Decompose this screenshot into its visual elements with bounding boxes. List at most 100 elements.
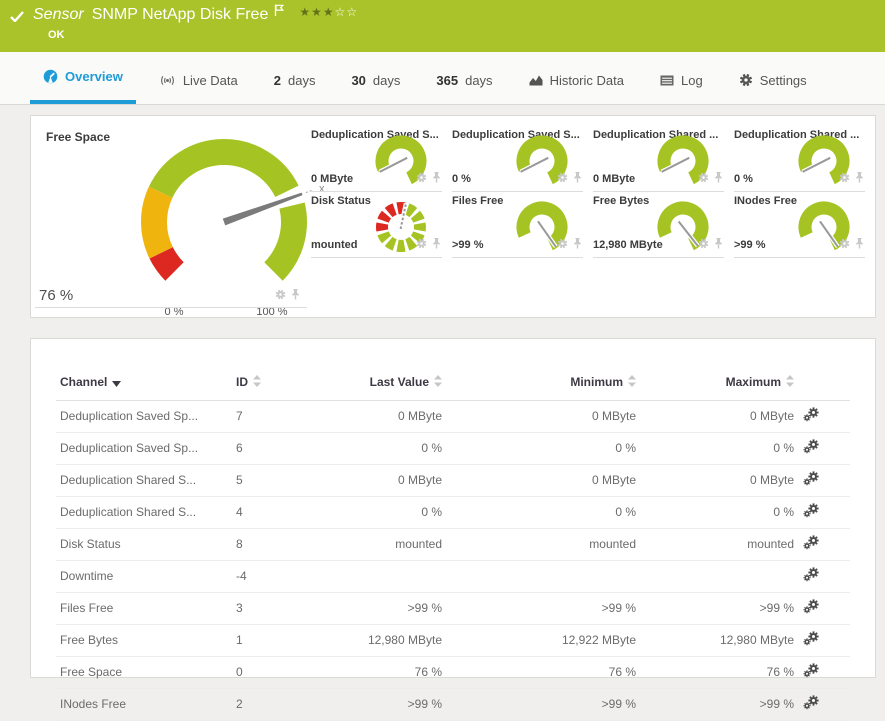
- tab-2-days[interactable]: 2 days: [261, 52, 329, 104]
- tab-log[interactable]: Log: [647, 52, 716, 104]
- main-gauge-value: 76 %: [39, 287, 73, 304]
- cell-id: 2: [232, 689, 316, 721]
- mini-gauge-tile-deduplication-shared: Deduplication Shared ... 0 MByte: [593, 126, 724, 192]
- sensor-title-row: Sensor SNMP NetApp Disk Free ★★★☆☆: [33, 6, 358, 24]
- channel-settings-gears-icon[interactable]: [803, 631, 820, 649]
- channel-row[interactable]: Free Space 0 76 % 76 % 76 %: [56, 657, 850, 689]
- tab-overview[interactable]: Overview: [30, 52, 136, 104]
- ok-checkmark-icon: [10, 9, 24, 27]
- gauge-settings-gear-icon[interactable]: [839, 236, 850, 254]
- cell-minimum: 0 %: [446, 433, 640, 465]
- gauge-pin-icon[interactable]: [854, 170, 865, 188]
- star-filled-icon: ★: [323, 5, 335, 19]
- gauge-settings-gear-icon[interactable]: [557, 236, 568, 254]
- mini-gauge-value: >99 %: [452, 239, 484, 251]
- column-header-channel[interactable]: Channel: [56, 369, 232, 401]
- tab-live-data[interactable]: Live Data: [146, 52, 251, 104]
- priority-stars[interactable]: ★★★☆☆: [299, 5, 358, 19]
- sort-icon: [253, 375, 261, 390]
- cell-id: 0: [232, 657, 316, 689]
- star-filled-icon: ★: [299, 5, 311, 19]
- cell-maximum: 76 %: [640, 657, 798, 689]
- column-header-last-value[interactable]: Last Value: [316, 369, 446, 401]
- gauge-settings-gear-icon[interactable]: [416, 236, 427, 254]
- gauge-settings-gear-icon[interactable]: [839, 170, 850, 188]
- gauge-settings-gear-icon[interactable]: [698, 236, 709, 254]
- channel-row[interactable]: Deduplication Saved Sp... 7 0 MByte 0 MB…: [56, 401, 850, 433]
- cell-id: 1: [232, 625, 316, 657]
- gauge-settings-gear-icon[interactable]: [698, 170, 709, 188]
- cell-maximum: 0 %: [640, 433, 798, 465]
- channel-settings-gears-icon[interactable]: [803, 471, 820, 489]
- cell-channel: Deduplication Shared S...: [56, 497, 232, 529]
- gauge-settings-gear-icon[interactable]: [557, 170, 568, 188]
- channel-settings-gears-icon[interactable]: [803, 439, 820, 457]
- mini-gauge-value: >99 %: [734, 239, 766, 251]
- channel-settings-gears-icon[interactable]: [803, 695, 820, 713]
- cell-maximum: >99 %: [640, 593, 798, 625]
- cell-last-value: >99 %: [316, 593, 446, 625]
- free-space-gauge-tile: Free Space x 0 % 100 % 76 %: [31, 116, 311, 317]
- channel-row[interactable]: Deduplication Shared S... 4 0 % 0 % 0 %: [56, 497, 850, 529]
- sensor-status-banner: Sensor SNMP NetApp Disk Free ★★★☆☆ OK: [0, 0, 885, 52]
- gauge-pin-icon[interactable]: [431, 236, 442, 254]
- mini-gauge-tile-deduplication-saved-s: Deduplication Saved S... 0 %: [452, 126, 583, 192]
- tab-30-days[interactable]: 30 days: [338, 52, 413, 104]
- sort-icon: [628, 375, 636, 390]
- column-header-minimum[interactable]: Minimum: [446, 369, 640, 401]
- cell-maximum: mounted: [640, 529, 798, 561]
- cell-maximum: 0 MByte: [640, 401, 798, 433]
- gauge-pin-icon[interactable]: [713, 170, 724, 188]
- mini-gauge-tile-deduplication-saved-s: Deduplication Saved S... 0 MByte: [311, 126, 442, 192]
- star-empty-icon: ☆: [346, 5, 358, 19]
- column-header-actions: [798, 369, 850, 401]
- cell-last-value: 76 %: [316, 657, 446, 689]
- cell-channel: Free Space: [56, 657, 232, 689]
- gauge-settings-gear-icon[interactable]: [275, 287, 286, 305]
- gauge-pin-icon[interactable]: [713, 236, 724, 254]
- channel-settings-gears-icon[interactable]: [803, 535, 820, 553]
- channel-settings-gears-icon[interactable]: [803, 599, 820, 617]
- channel-row[interactable]: Files Free 3 >99 % >99 % >99 %: [56, 593, 850, 625]
- mini-gauge-value: 0 %: [452, 173, 471, 185]
- channel-settings-gears-icon[interactable]: [803, 407, 820, 425]
- tab-365-days[interactable]: 365 days: [423, 52, 505, 104]
- cell-id: 7: [232, 401, 316, 433]
- channel-row[interactable]: Disk Status 8 mounted mounted mounted: [56, 529, 850, 561]
- tab-historic-data[interactable]: Historic Data: [516, 52, 637, 104]
- channel-row[interactable]: Deduplication Shared S... 5 0 MByte 0 MB…: [56, 465, 850, 497]
- cell-minimum: 0 MByte: [446, 465, 640, 497]
- cell-channel: Files Free: [56, 593, 232, 625]
- tab-settings[interactable]: Settings: [726, 52, 820, 104]
- cell-channel: Deduplication Saved Sp...: [56, 401, 232, 433]
- star-empty-icon: ☆: [335, 5, 347, 19]
- priority-flag-icon[interactable]: [274, 4, 285, 22]
- channels-panel: Channel ID Last Value Minimum Maximum De…: [30, 338, 876, 678]
- sensor-kind-label: Sensor: [33, 6, 84, 24]
- gauge-pin-icon[interactable]: [290, 287, 301, 305]
- channel-row[interactable]: Deduplication Saved Sp... 6 0 % 0 % 0 %: [56, 433, 850, 465]
- channel-row[interactable]: Downtime -4: [56, 561, 850, 593]
- mini-gauge-title: INodes Free: [734, 195, 797, 207]
- mini-gauge-value: 0 %: [734, 173, 753, 185]
- page-title: SNMP NetApp Disk Free: [92, 6, 269, 24]
- channel-row[interactable]: Free Bytes 1 12,980 MByte 12,922 MByte 1…: [56, 625, 850, 657]
- column-header-maximum[interactable]: Maximum: [640, 369, 798, 401]
- gauge-pin-icon[interactable]: [854, 236, 865, 254]
- star-filled-icon: ★: [311, 5, 323, 19]
- channel-settings-gears-icon[interactable]: [803, 567, 820, 585]
- tile-divider: [734, 257, 865, 258]
- mini-gauge-tile-inodes-free: INodes Free >99 %: [734, 192, 865, 258]
- channel-row[interactable]: INodes Free 2 >99 % >99 % >99 %: [56, 689, 850, 721]
- cell-channel: Downtime: [56, 561, 232, 593]
- gauge-pin-icon[interactable]: [572, 236, 583, 254]
- gauge-pin-icon[interactable]: [572, 170, 583, 188]
- gauge-pin-icon[interactable]: [431, 170, 442, 188]
- mini-gauge-tile-deduplication-shared: Deduplication Shared ... 0 %: [734, 126, 865, 192]
- cell-last-value: 0 MByte: [316, 401, 446, 433]
- channel-settings-gears-icon[interactable]: [803, 503, 820, 521]
- cell-channel: INodes Free: [56, 689, 232, 721]
- cell-id: 4: [232, 497, 316, 529]
- gauge-settings-gear-icon[interactable]: [416, 170, 427, 188]
- column-header-id[interactable]: ID: [232, 369, 316, 401]
